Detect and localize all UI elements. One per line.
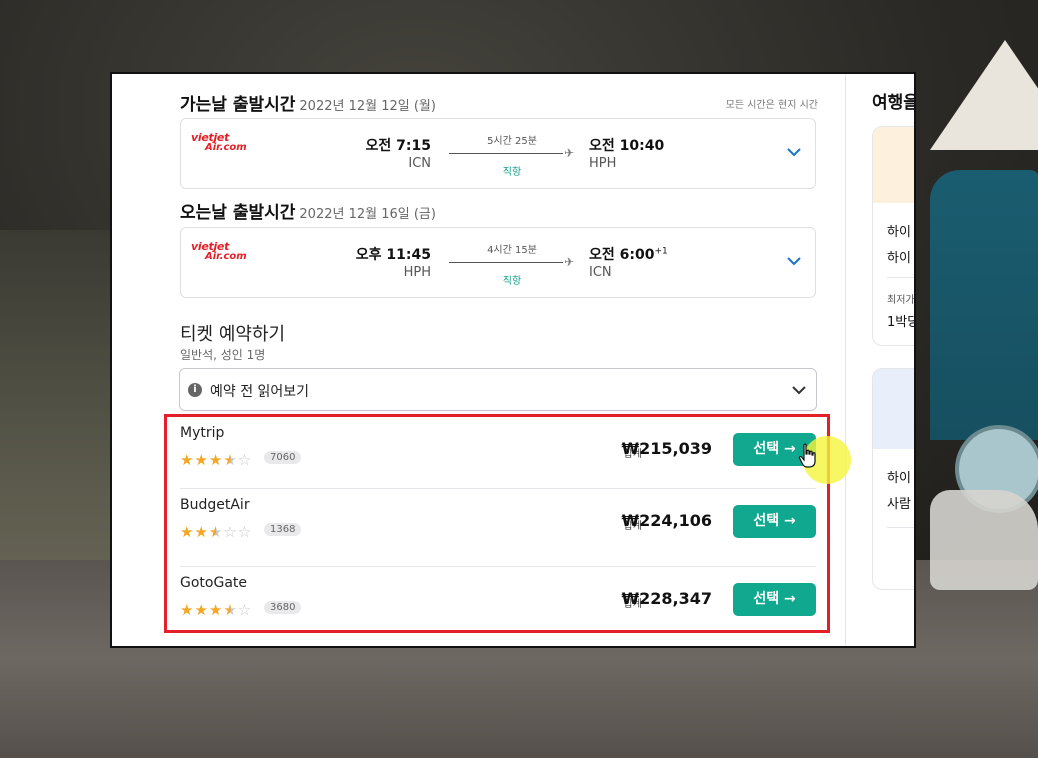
info-icon: i: [188, 383, 202, 397]
outbound-title: 가는날 출발시간: [180, 95, 296, 115]
stops-label: 직항: [502, 167, 522, 178]
chevron-down-icon[interactable]: [785, 143, 803, 161]
outbound-date: 2022년 12월 12일 (월): [299, 99, 436, 114]
departure-airport: HPH: [403, 265, 431, 280]
sidebar-title: 여행을: [872, 93, 916, 113]
arrival-time: 오전 6:00+1: [589, 246, 668, 263]
departure-time: 오후 11:45: [355, 247, 431, 263]
sidebar-card[interactable]: 하이 하이 최저가 1박당: [872, 126, 916, 346]
booking-subtitle: 일반석, 성인 1명: [180, 348, 266, 362]
sidebar: 여행을 하이 하이 최저가 1박당 하이 사람: [846, 74, 916, 646]
card-text: 1박당: [887, 315, 916, 330]
inbound-title: 오는날 출발시간: [180, 203, 296, 223]
flight-duration: 5시간 25분: [487, 136, 537, 147]
departure-airport: ICN: [408, 156, 431, 171]
card-text: 최저가: [887, 295, 915, 306]
departure-time: 오전 7:15: [365, 138, 431, 154]
route-line: [449, 262, 563, 263]
airline-logo: vietjet Air.com: [191, 240, 247, 262]
arrival-airport: ICN: [589, 265, 612, 280]
read-before-booking-dropdown[interactable]: i 예약 전 읽어보기: [179, 368, 817, 411]
flight-duration: 4시간 15분: [487, 245, 537, 256]
hand-cursor-icon: [798, 443, 816, 468]
sidebar-card[interactable]: 하이 사람: [872, 368, 914, 590]
route-line: [449, 153, 563, 154]
chevron-down-icon[interactable]: [785, 252, 803, 270]
card-text: 하이: [887, 251, 911, 266]
background-sack: [930, 490, 1038, 590]
timezone-note: 모든 시간은 현지 시간: [725, 100, 818, 111]
plane-icon: ✈: [564, 255, 575, 269]
highlight-box: [164, 414, 830, 633]
read-before-label: 예약 전 읽어보기: [210, 384, 310, 400]
outbound-flight-card[interactable]: vietjet Air.com 오전 7:15 ICN 5시간 25분 ✈ 직항…: [180, 118, 816, 189]
inbound-heading: 오는날 출발시간 2022년 12월 16일 (금): [180, 198, 436, 223]
plane-icon: ✈: [564, 146, 575, 160]
inbound-date: 2022년 12월 16일 (금): [299, 207, 436, 222]
card-text: 하이: [887, 225, 911, 240]
stops-label: 직항: [502, 276, 522, 287]
card-divider: [887, 277, 914, 278]
booking-title: 티켓 예약하기: [180, 324, 286, 345]
inbound-flight-card[interactable]: vietjet Air.com 오후 11:45 HPH 4시간 15분 ✈ 직…: [180, 227, 816, 298]
flight-booking-window: 가는날 출발시간 2022년 12월 12일 (월) 모든 시간은 현지 시간 v…: [110, 72, 916, 648]
card-text: 사람: [887, 497, 911, 512]
background-person: [930, 170, 1038, 440]
arrival-airport: HPH: [589, 156, 617, 171]
card-divider: [887, 527, 914, 528]
airline-logo: vietjet Air.com: [191, 131, 247, 153]
card-text: 하이: [887, 471, 911, 486]
outbound-heading: 가는날 출발시간 2022년 12월 12일 (월): [180, 90, 436, 115]
chevron-down-icon: [792, 386, 806, 395]
arrival-time: 오전 10:40: [589, 138, 665, 154]
